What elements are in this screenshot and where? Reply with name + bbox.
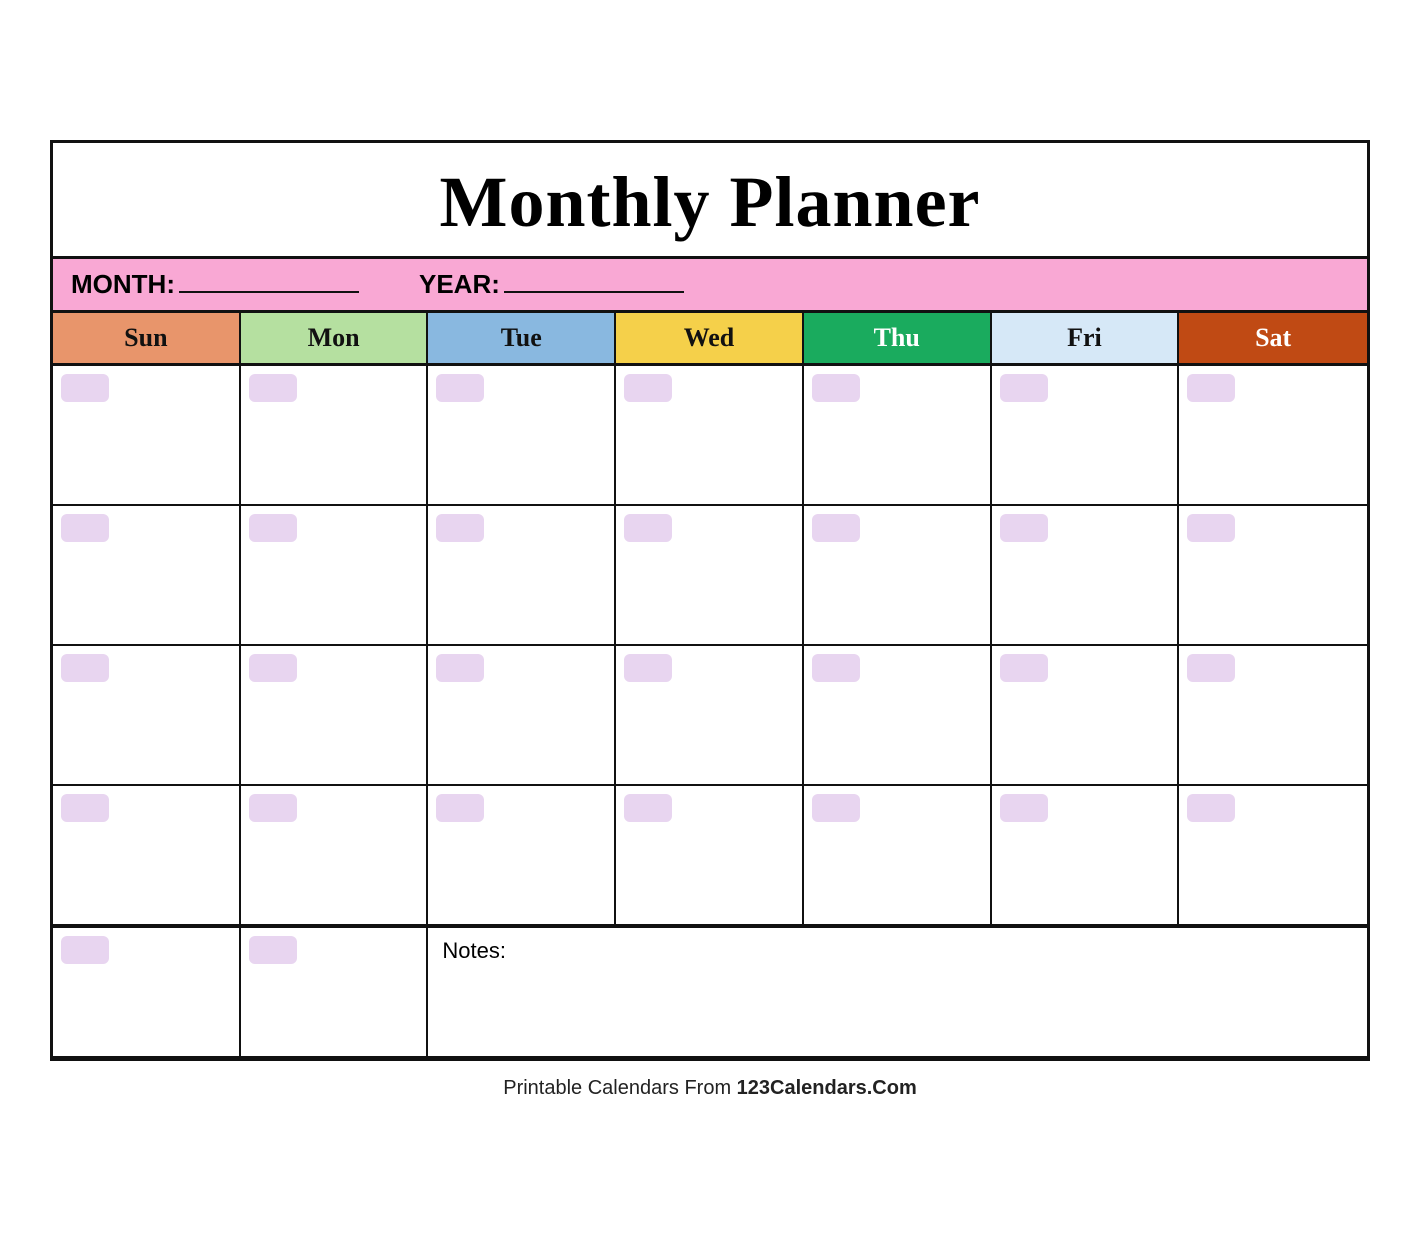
cell-r3c4 <box>616 646 804 786</box>
cell-r4c2 <box>241 786 429 926</box>
date-badge <box>61 794 109 822</box>
cell-r3c2 <box>241 646 429 786</box>
calendar-row-4 <box>53 786 1367 926</box>
date-badge <box>249 514 297 542</box>
header-tue: Tue <box>428 313 616 363</box>
header-sat: Sat <box>1179 313 1367 363</box>
date-badge <box>249 794 297 822</box>
cell-r1c5 <box>804 366 992 506</box>
date-badge <box>1000 654 1048 682</box>
header-wed: Wed <box>616 313 804 363</box>
date-badge <box>812 654 860 682</box>
date-badge <box>249 936 297 964</box>
cell-r4c7 <box>1179 786 1367 926</box>
date-badge <box>249 374 297 402</box>
calendar-row-2 <box>53 506 1367 646</box>
cell-r1c2 <box>241 366 429 506</box>
date-badge <box>812 514 860 542</box>
cell-r3c1 <box>53 646 241 786</box>
header-fri: Fri <box>992 313 1180 363</box>
footer-brand: 123Calendars.Com <box>737 1077 917 1099</box>
cell-r2c4 <box>616 506 804 646</box>
cell-r5c1 <box>53 928 241 1058</box>
date-badge <box>61 654 109 682</box>
date-badge <box>1187 654 1235 682</box>
calendar-row-5-notes: Notes: <box>53 926 1367 1058</box>
footer: Printable Calendars From 123Calendars.Co… <box>503 1061 917 1110</box>
date-badge <box>1187 794 1235 822</box>
date-badge <box>436 654 484 682</box>
date-badge <box>624 794 672 822</box>
cell-r2c1 <box>53 506 241 646</box>
cell-r1c7 <box>1179 366 1367 506</box>
planner-title: Monthly Planner <box>53 143 1367 259</box>
cell-r2c3 <box>428 506 616 646</box>
cell-r2c2 <box>241 506 429 646</box>
cell-r4c1 <box>53 786 241 926</box>
date-badge <box>249 654 297 682</box>
cell-r3c7 <box>1179 646 1367 786</box>
header-mon: Mon <box>241 313 429 363</box>
date-badge <box>61 514 109 542</box>
cell-r1c4 <box>616 366 804 506</box>
date-badge <box>624 514 672 542</box>
notes-label: Notes: <box>442 938 506 963</box>
notes-section: Notes: <box>428 928 1367 1058</box>
date-badge <box>1000 794 1048 822</box>
footer-text: Printable Calendars From <box>503 1077 736 1099</box>
cell-r1c3 <box>428 366 616 506</box>
date-badge <box>624 374 672 402</box>
calendar-row-3 <box>53 646 1367 786</box>
cell-r2c6 <box>992 506 1180 646</box>
month-label: MONTH: <box>71 269 359 300</box>
year-label: YEAR: <box>419 269 684 300</box>
month-year-bar: MONTH: YEAR: <box>53 259 1367 313</box>
day-headers: Sun Mon Tue Wed Thu Fri Sat <box>53 313 1367 366</box>
date-badge <box>1187 374 1235 402</box>
cell-r4c3 <box>428 786 616 926</box>
cell-r4c5 <box>804 786 992 926</box>
date-badge <box>436 514 484 542</box>
date-badge <box>1000 374 1048 402</box>
date-badge <box>1187 514 1235 542</box>
cell-r4c4 <box>616 786 804 926</box>
cell-r2c7 <box>1179 506 1367 646</box>
cell-r3c3 <box>428 646 616 786</box>
cell-r5c2 <box>241 928 429 1058</box>
cell-r2c5 <box>804 506 992 646</box>
cell-r4c6 <box>992 786 1180 926</box>
date-badge <box>812 794 860 822</box>
cell-r3c5 <box>804 646 992 786</box>
planner-container: Monthly Planner MONTH: YEAR: Sun Mon Tue… <box>50 140 1370 1061</box>
date-badge <box>61 936 109 964</box>
date-badge <box>812 374 860 402</box>
cell-r1c1 <box>53 366 241 506</box>
header-sun: Sun <box>53 313 241 363</box>
calendar-row-1 <box>53 366 1367 506</box>
date-badge <box>61 374 109 402</box>
date-badge <box>624 654 672 682</box>
cell-r3c6 <box>992 646 1180 786</box>
header-thu: Thu <box>804 313 992 363</box>
date-badge <box>1000 514 1048 542</box>
date-badge <box>436 794 484 822</box>
date-badge <box>436 374 484 402</box>
cell-r1c6 <box>992 366 1180 506</box>
